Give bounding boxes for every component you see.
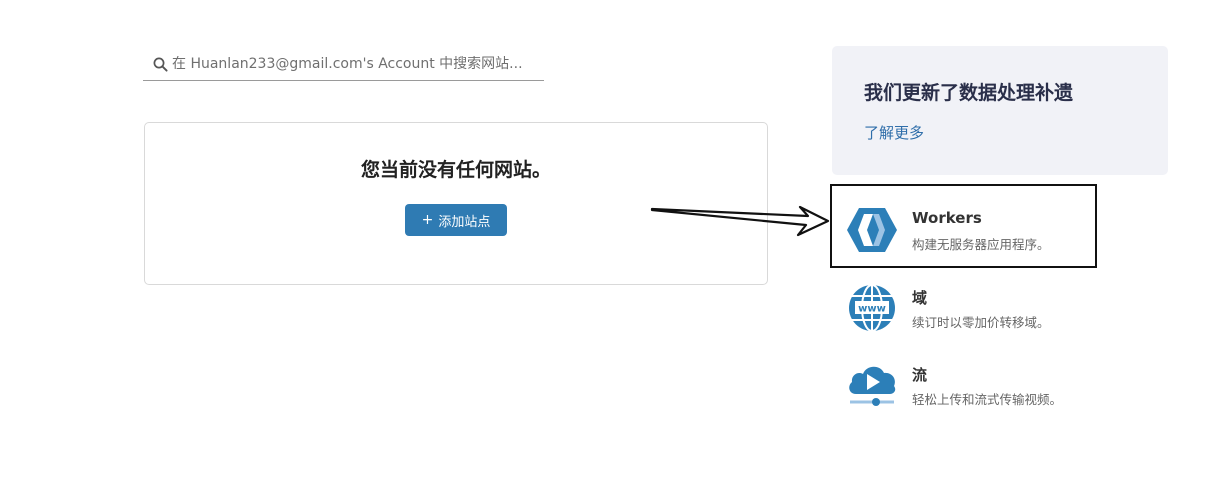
add-site-button[interactable]: + 添加站点 [405,204,507,236]
product-name: 域 [912,289,928,307]
workers-icon [847,208,897,252]
data-processing-notice: 我们更新了数据处理补遗 了解更多 [832,46,1168,175]
site-search-input[interactable] [172,56,532,72]
empty-state-title: 您当前没有任何网站。 [360,159,551,181]
learn-more-link[interactable]: 了解更多 [864,122,924,143]
product-description: 轻松上传和流式传输视频。 [912,392,1063,407]
cloud-play-icon [849,366,896,406]
product-workers[interactable]: Workers 构建无服务器应用程序。 [846,205,1106,255]
empty-sites-card: 您当前没有任何网站。 + 添加站点 [144,122,768,285]
www-globe-icon: www [849,284,895,332]
product-description: 构建无服务器应用程序。 [912,237,1050,252]
product-domains[interactable]: www 域 续订时以零加价转移域。 [846,283,1106,333]
product-name: 流 [912,366,928,384]
plus-icon: + [421,212,434,228]
add-site-label: 添加站点 [438,214,491,230]
annotation-arrow-icon [650,205,830,237]
globe-www-text: www [858,304,886,315]
site-search-bar[interactable] [143,48,544,81]
product-stream[interactable]: 流 轻松上传和流式传输视频。 [846,360,1106,410]
product-description: 续订时以零加价转移域。 [912,315,1050,330]
notice-title: 我们更新了数据处理补遗 [864,82,1074,104]
product-name: Workers [912,209,982,227]
search-icon [153,57,168,72]
